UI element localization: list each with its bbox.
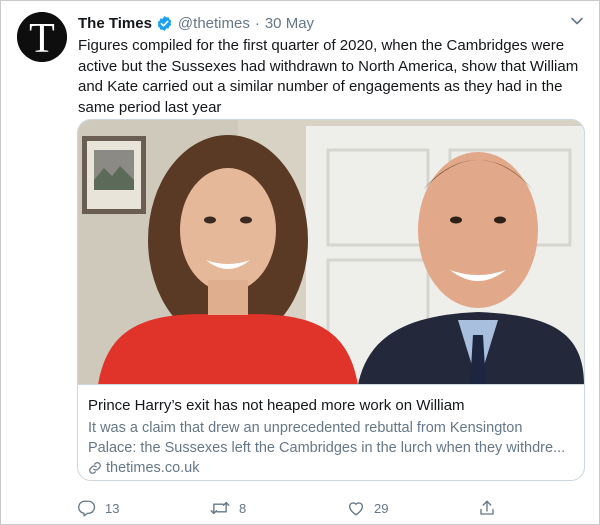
card-photo bbox=[78, 120, 584, 384]
card-domain-text[interactable]: thetimes.co.uk bbox=[106, 460, 200, 476]
reply-count: 13 bbox=[105, 500, 120, 516]
card-body[interactable]: Prince Harry’s exit has not heaped more … bbox=[88, 396, 578, 476]
author-handle[interactable]: @thetimes bbox=[178, 15, 250, 32]
link-icon bbox=[89, 462, 101, 474]
verified-badge-icon bbox=[156, 15, 173, 32]
card-image[interactable] bbox=[78, 120, 584, 385]
card-description-line-1: It was a claim that drew an unprecedente… bbox=[88, 420, 523, 436]
retweet-count: 8 bbox=[239, 500, 247, 516]
reply-icon bbox=[78, 500, 96, 517]
header-separator: · bbox=[254, 14, 260, 32]
tweet-header: The Times @thetimes · 30 May bbox=[78, 13, 314, 33]
tweet-container: T The Times @thetimes · 30 May Figures c… bbox=[0, 0, 600, 525]
avatar[interactable]: T bbox=[17, 12, 67, 62]
heart-icon bbox=[348, 502, 364, 516]
retweet-icon bbox=[210, 501, 230, 515]
reply-button[interactable]: 13 bbox=[78, 497, 119, 519]
tweet-text: Figures compiled for the first quarter o… bbox=[78, 37, 579, 116]
card-description-line-2: Palace: the Sussexes left the Cambridges… bbox=[88, 440, 566, 456]
avatar-letter: T bbox=[29, 16, 55, 62]
card-description: It was a claim that drew an unprecedente… bbox=[88, 418, 578, 458]
author-name[interactable]: The Times bbox=[78, 15, 152, 32]
like-count: 29 bbox=[374, 500, 389, 516]
chevron-down-icon[interactable] bbox=[569, 13, 585, 29]
retweet-button[interactable]: 8 bbox=[210, 497, 246, 519]
link-card[interactable]: Prince Harry’s exit has not heaped more … bbox=[77, 119, 585, 481]
like-button[interactable]: 29 bbox=[347, 497, 388, 519]
share-icon bbox=[480, 500, 494, 515]
tweet-date[interactable]: 30 May bbox=[265, 15, 314, 32]
card-domain[interactable]: thetimes.co.uk bbox=[88, 460, 578, 476]
share-button[interactable] bbox=[478, 497, 505, 519]
tweet-actions: 13 8 29 bbox=[78, 497, 498, 519]
card-title[interactable]: Prince Harry’s exit has not heaped more … bbox=[88, 396, 578, 416]
